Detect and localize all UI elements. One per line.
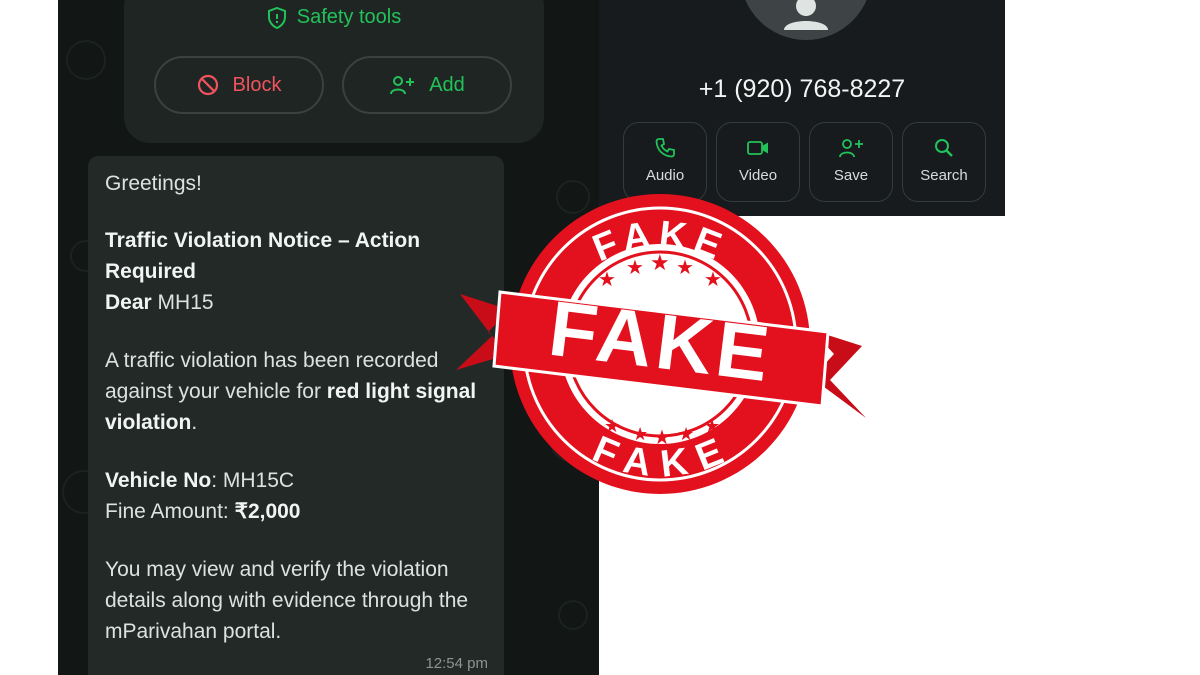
phone-icon — [655, 138, 675, 158]
add-label: Add — [429, 73, 465, 96]
closing-text: You may view and verify the violation de… — [105, 558, 469, 643]
add-contact-button[interactable]: Add — [342, 56, 512, 114]
star-icon: ★ — [604, 416, 620, 437]
fake-stamp: FAKE FAKE ★ ★ ★ ★ ★ ★ ★ ★ ★ ★ FAKE — [456, 194, 866, 494]
search-label: Search — [920, 167, 968, 184]
phone-number: +1 (920) 768-8227 — [698, 75, 906, 103]
star-icon: ★ — [626, 255, 644, 279]
add-person-icon — [390, 76, 415, 95]
message-text: Greetings! Traffic Violation Notice – Ac… — [105, 168, 495, 647]
notice-title: Traffic Violation Notice – Action Requir… — [105, 229, 421, 283]
block-button[interactable]: Block — [154, 56, 324, 114]
fine-value: ₹2,000 — [234, 500, 301, 523]
star-icon: ★ — [650, 251, 670, 276]
greeting-text: Greetings! — [105, 172, 202, 195]
message-bubble: Greetings! Traffic Violation Notice – Ac… — [88, 156, 504, 675]
dear-label: Dear — [105, 291, 152, 314]
contact-safety-card: Safety tools Block Add — [124, 0, 544, 143]
shield-icon — [267, 6, 286, 29]
fine-label: Fine Amount: — [105, 500, 229, 523]
vehicle-value: MH15C — [222, 469, 295, 492]
star-icon: ★ — [676, 255, 694, 279]
search-icon — [935, 139, 953, 157]
block-label: Block — [232, 73, 282, 96]
avatar — [740, 0, 872, 40]
wallpaper-doodle — [66, 40, 106, 80]
sentence-end: . — [191, 411, 198, 434]
message-timestamp: 12:54 pm — [425, 655, 488, 672]
dear-value: MH15 — [157, 291, 214, 314]
star-icon: ★ — [632, 424, 648, 445]
vehicle-label: Vehicle No — [105, 469, 212, 492]
safety-tools-label: Safety tools — [296, 6, 402, 28]
block-icon — [197, 74, 218, 96]
search-button[interactable]: Search — [902, 122, 986, 202]
star-icon: ★ — [653, 425, 671, 449]
star-icon: ★ — [598, 267, 616, 291]
wallpaper-doodle — [558, 600, 588, 630]
video-icon — [747, 141, 768, 155]
star-icon: ★ — [704, 416, 720, 437]
star-icon: ★ — [678, 424, 694, 445]
add-person-icon — [839, 139, 863, 158]
person-icon — [784, 0, 828, 30]
safety-tools-link[interactable]: Safety tools — [124, 6, 544, 29]
star-icon: ★ — [704, 267, 722, 291]
